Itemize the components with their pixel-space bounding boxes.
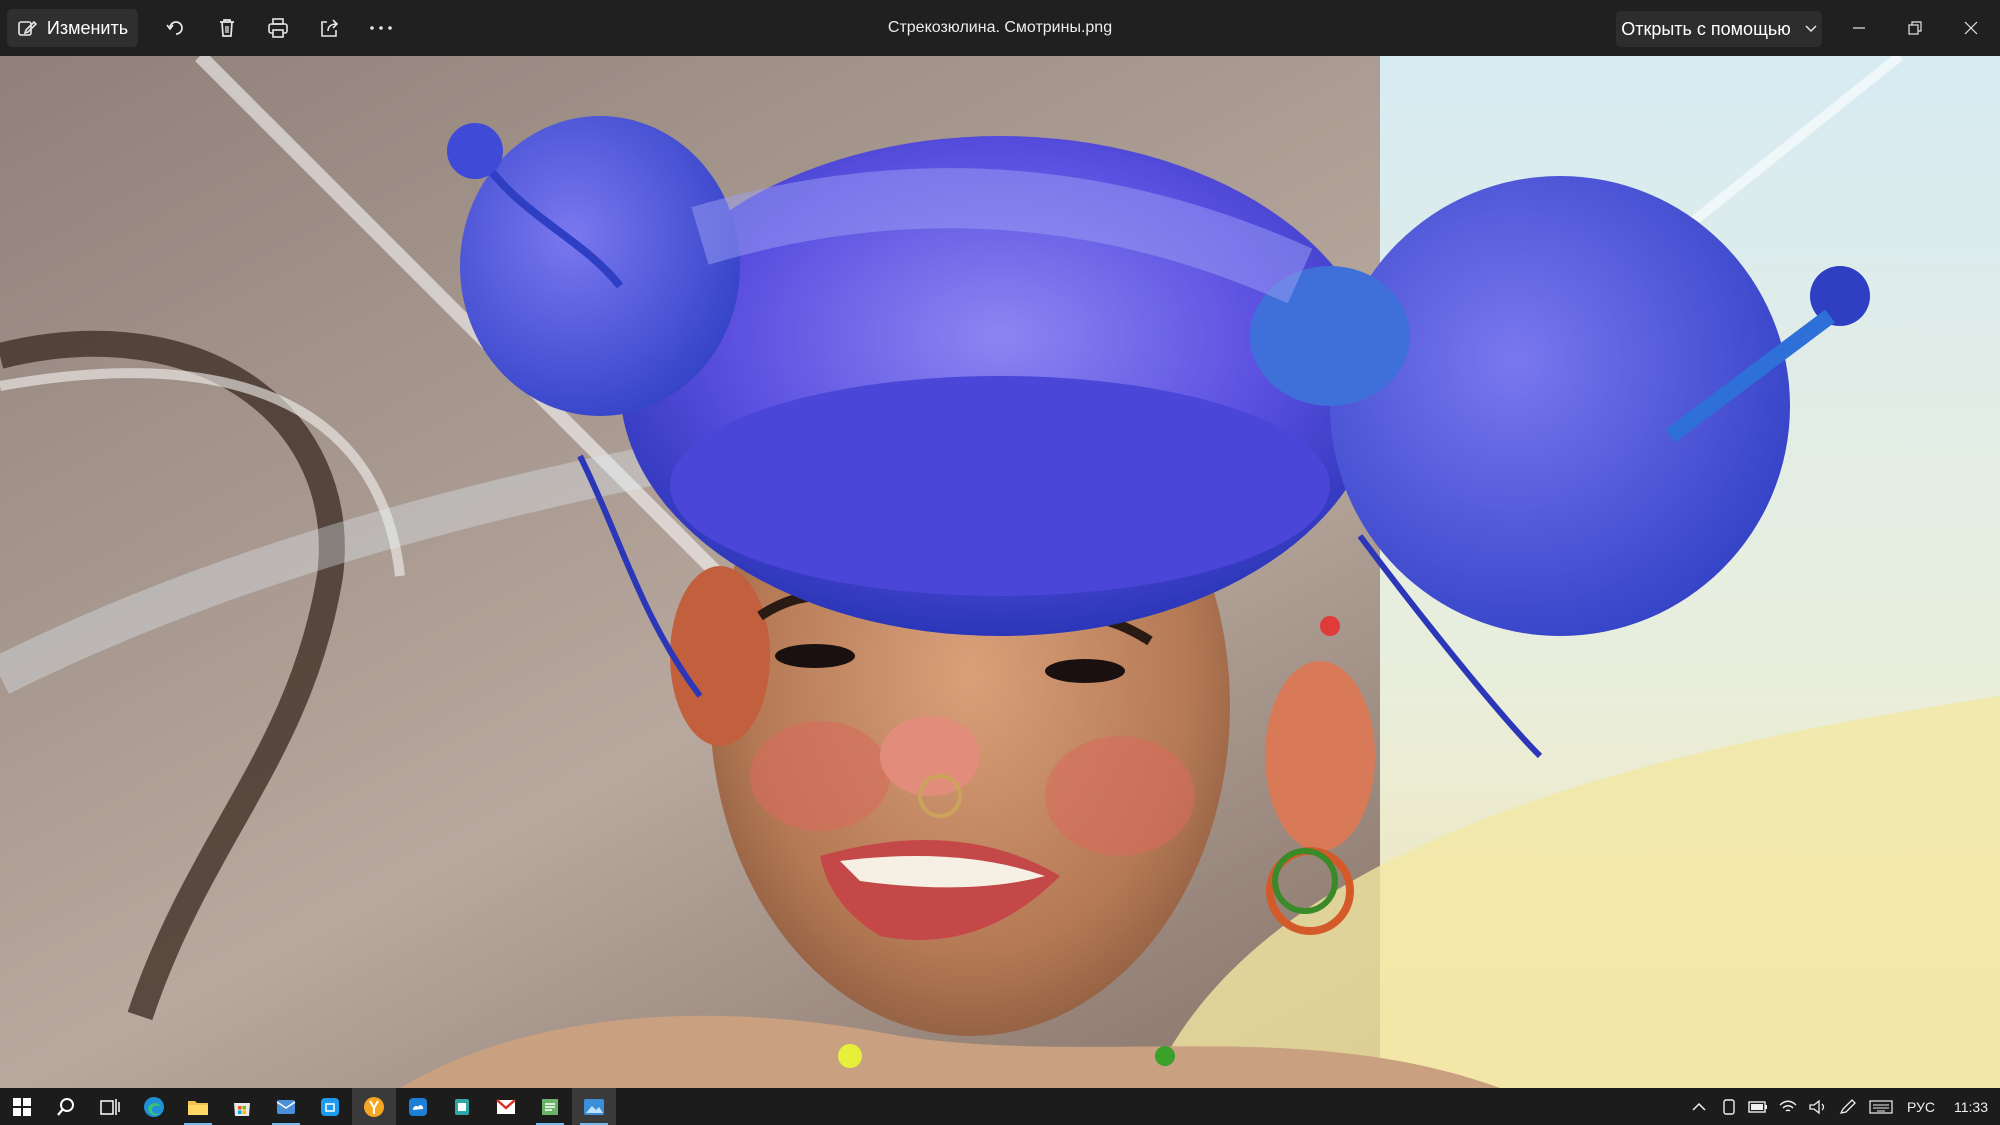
task-view-button[interactable]	[88, 1088, 132, 1125]
taskbar-store[interactable]	[220, 1088, 264, 1125]
share-button[interactable]	[309, 9, 349, 47]
cloud-app-icon	[409, 1097, 427, 1116]
close-button[interactable]	[1943, 0, 1999, 56]
open-with-label: Открыть с помощью	[1621, 18, 1791, 39]
mail-client-icon	[276, 1099, 296, 1114]
task-view-icon	[100, 1098, 120, 1115]
photos-app-icon	[584, 1098, 604, 1115]
chevron-up-icon	[1692, 1102, 1706, 1111]
edit-button[interactable]: Изменить	[7, 9, 138, 47]
close-icon	[1964, 21, 1978, 35]
more-icon	[370, 26, 392, 30]
tray-pen[interactable]	[1833, 1088, 1863, 1125]
tray-keyboard[interactable]	[1863, 1088, 1899, 1125]
windows-start-icon	[13, 1097, 31, 1116]
displayed-painting	[0, 56, 2000, 1088]
battery-icon	[1748, 1100, 1767, 1113]
open-with-button[interactable]: Открыть с помощью	[1616, 11, 1822, 47]
taskbar-yandex-browser[interactable]	[352, 1088, 396, 1125]
tray-wifi[interactable]	[1773, 1088, 1803, 1125]
notes-app-icon	[542, 1098, 558, 1115]
minimize-button[interactable]	[1831, 0, 1887, 56]
delete-button[interactable]	[207, 9, 247, 47]
more-button[interactable]	[361, 9, 401, 47]
touch-keyboard-icon	[1869, 1099, 1893, 1114]
print-button[interactable]	[258, 9, 298, 47]
delete-icon	[220, 19, 234, 37]
tray-volume[interactable]	[1803, 1088, 1833, 1125]
microsoft-store-icon	[234, 1102, 250, 1116]
gmail-icon	[496, 1098, 516, 1114]
edit-icon	[18, 20, 37, 36]
wifi-icon	[1779, 1100, 1797, 1112]
file-explorer-icon	[188, 1100, 208, 1115]
tray-clock[interactable]: 11:33	[1946, 1088, 1996, 1125]
taskbar-office-app[interactable]	[440, 1088, 484, 1125]
taskbar: РУС 11:33	[0, 1088, 2000, 1125]
taskbar-mail-client[interactable]	[264, 1088, 308, 1125]
edit-label: Изменить	[46, 17, 129, 38]
app-store-icon	[321, 1097, 339, 1116]
taskbar-gmail[interactable]	[484, 1088, 528, 1125]
rotate-button[interactable]	[156, 9, 196, 47]
search-icon	[57, 1097, 74, 1116]
print-icon	[268, 18, 288, 38]
yandex-browser-icon	[364, 1096, 384, 1117]
office-app-icon	[455, 1098, 469, 1115]
taskbar-app-store[interactable]	[308, 1088, 352, 1125]
taskbar-file-explorer[interactable]	[176, 1088, 220, 1125]
restore-button[interactable]	[1887, 0, 1943, 56]
image-viewer[interactable]	[0, 56, 2000, 1088]
taskbar-cloud-app[interactable]	[396, 1088, 440, 1125]
search-button[interactable]	[44, 1088, 88, 1125]
rotate-icon	[166, 21, 183, 35]
chevron-down-icon	[1805, 25, 1817, 33]
taskbar-photos-app[interactable]	[572, 1088, 616, 1125]
tray-device[interactable]	[1715, 1088, 1743, 1125]
title-bar: Изменить Стрекозюлина. Смотрины.png Откр…	[0, 0, 2000, 56]
start-button[interactable]	[0, 1088, 44, 1125]
edge-browser-icon	[144, 1096, 164, 1117]
pen-icon	[1839, 1098, 1856, 1114]
show-hidden-icons[interactable]	[1683, 1088, 1715, 1125]
volume-icon	[1809, 1099, 1825, 1114]
taskbar-notes-app[interactable]	[528, 1088, 572, 1125]
share-icon	[321, 19, 339, 37]
device-icon	[1723, 1098, 1735, 1115]
taskbar-edge[interactable]	[132, 1088, 176, 1125]
tray-battery[interactable]	[1743, 1088, 1773, 1125]
restore-icon	[1908, 21, 1922, 35]
tray-language[interactable]: РУС	[1900, 1088, 1942, 1125]
minimize-icon	[1853, 27, 1865, 29]
